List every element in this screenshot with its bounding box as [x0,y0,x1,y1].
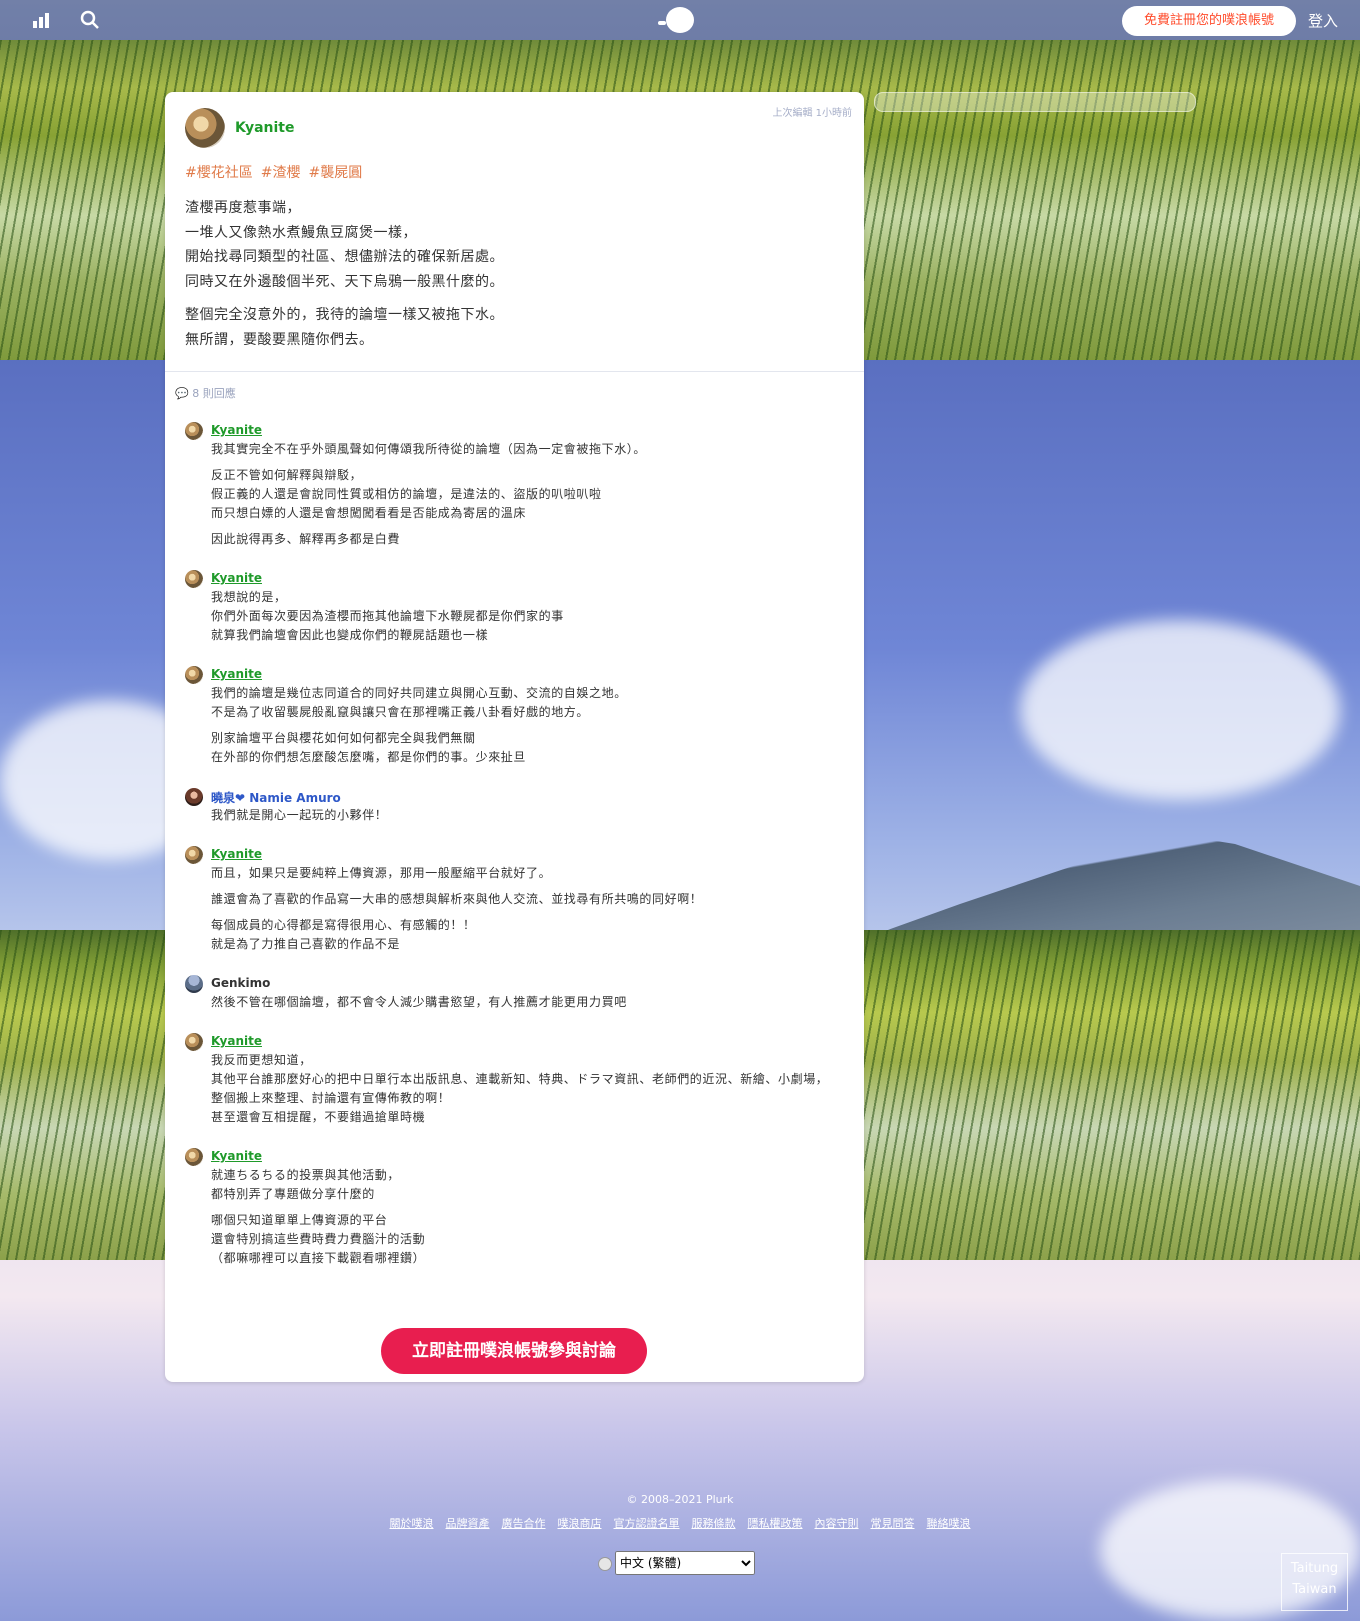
footer-link[interactable]: 聯絡噗浪 [927,1517,971,1530]
post-line: 整個完全沒意外的，我待的論壇一樣又被拖下水。 [185,307,504,323]
reply-line: 誰還會為了喜歡的作品寫一大串的感想與解析來與他人交流、並找尋有所共鳴的同好啊！ [211,892,703,906]
comment-icon: 💬 [175,387,189,400]
footer-link[interactable]: 常見問答 [871,1517,915,1530]
reply-avatar[interactable] [185,975,203,993]
reply-line: 然後不管在哪個論壇，都不會令人減少購書慾望，有人推薦才能更用力買吧 [211,995,627,1009]
reply-author[interactable]: Kyanite [211,1149,262,1163]
footer-link[interactable]: 官方認證名單 [614,1517,680,1530]
reply-avatar[interactable] [185,1148,203,1166]
globe-icon [598,1557,612,1571]
reply-line: 我們就是開心一起玩的小夥伴！ [211,808,388,822]
reply-author[interactable]: Kyanite [211,423,262,437]
tag-link[interactable]: #渣櫻 [261,165,301,181]
post-tags: #櫻花社區 #渣櫻 #襲屍圓 [185,162,370,182]
reply-line: 就連ちるちる的投票與其他活動， [211,1168,401,1182]
reply-count-label: 8 則回應 [192,387,236,400]
reply-item: Kyanite 就連ちるちる的投票與其他活動， 都特別弄了專題做分享什麼的 哪個… [185,1148,835,1268]
badge-line: Taiwan [1292,1582,1337,1597]
reply-line: 別家論壇平台與櫻花如何如何都完全與我們無關 [211,731,476,745]
reply-avatar[interactable] [185,788,203,806]
badge-line: Taitung [1290,1561,1339,1576]
reply-line: 每個成員的心得都是寫得很用心、有感觸的！！ [211,918,476,932]
tag-link[interactable]: #櫻花社區 [185,165,253,181]
reply-author[interactable]: Kyanite [211,1034,262,1048]
register-button[interactable]: 免費註冊您的噗浪帳號 [1122,6,1296,36]
footer-link[interactable]: 內容守則 [815,1517,859,1530]
reply-author[interactable]: Kyanite [211,571,262,585]
reply-author[interactable]: Genkimo [211,976,270,990]
reply-line: 就算我們論壇會因此也變成你們的鞭屍話題也一樣 [211,628,489,642]
reply-line: 而只想白嫖的人還是會想闖闖看看是否能成為寄居的溫床 [211,506,527,520]
reply-avatar[interactable] [185,422,203,440]
reply-line: 我們的論壇是幾位志同道合的同好共同建立與開心互動、交流的自娛之地。 [211,686,627,700]
reply-avatar[interactable] [185,846,203,864]
footer-link[interactable]: 噗浪商店 [558,1517,602,1530]
reply-item: Kyanite 我想說的是， 你們外面每次要因為渣櫻而拖其他論壇下水鞭屍都是你們… [185,570,835,645]
reply-line: 在外部的你們想怎麼酸怎麼嘴，都是你們的事。少來扯旦 [211,750,527,764]
reply-line: 我反而更想知道， [211,1053,312,1067]
reply-list: Kyanite 我其實完全不在乎外頭風聲如何傳頌我所待從的論壇（因為一定會被拖下… [185,422,835,1289]
reply-line: 其他平台誰那麼好心的把中日單行本出版訊息、連載新知、特典、ドラマ資訊、老師們的近… [211,1072,829,1105]
reply-avatar[interactable] [185,570,203,588]
reply-line: 都特別弄了專題做分享什麼的 [211,1187,375,1201]
footer-link[interactable]: 服務條款 [692,1517,736,1530]
post-line: 無所謂，要酸要黑隨你們去。 [185,331,374,348]
plurk-logo-icon[interactable] [658,7,694,33]
reply-author[interactable]: 曉泉❤ Namie Amuro [211,789,341,806]
login-link[interactable]: 登入 [1308,10,1338,31]
language-select[interactable]: 中文 (繁體) [615,1551,755,1575]
post-content: 渣櫻再度惹事端， 一堆人又像熱水煮鰻魚豆腐煲一樣， 開始找尋同類型的社區、想儘辦… [185,196,825,361]
reply-item: Kyanite 我們的論壇是幾位志同道合的同好共同建立與開心互動、交流的自娛之地… [185,666,835,767]
reply-line: （都嘛哪裡可以直接下載觀看哪裡鑽） [211,1251,426,1265]
post-author[interactable]: Kyanite [235,120,294,136]
background-mountain [860,832,1360,940]
post-line: 開始找尋同類型的社區、想儘辦法的確保新居處。 [185,249,504,265]
post-line: 同時又在外邊酸個半死、天下烏鴉一般黑什麼的。 [185,273,504,290]
reply-author[interactable]: Kyanite [211,847,262,861]
reply-author[interactable]: Kyanite [211,667,262,681]
reply-line: 就是為了力推自己喜歡的作品不是 [211,937,401,951]
reply-line: 我想說的是， [211,590,287,604]
reply-line: 哪個只知道單單上傳資源的平台 [211,1213,388,1227]
tag-link[interactable]: #襲屍圓 [308,165,362,181]
divider [165,371,864,372]
top-bar: 免費註冊您的噗浪帳號 登入 [0,0,1360,40]
footer-link[interactable]: 廣告合作 [502,1517,546,1530]
reply-item: Kyanite 而且，如果只是要純粹上傳資源，那用一般壓縮平台就好了。 誰還會為… [185,846,835,954]
post-line: 一堆人又像熱水煮鰻魚豆腐煲一樣， [185,224,417,241]
reply-avatar[interactable] [185,666,203,684]
reply-line: 你們外面每次要因為渣櫻而拖其他論壇下水鞭屍都是你們家的事 [211,609,564,623]
reply-avatar[interactable] [185,1033,203,1051]
location-badge: Taitung Taiwan [1281,1553,1348,1611]
reply-count: 💬 8 則回應 [175,385,236,401]
reply-item: Genkimo 然後不管在哪個論壇，都不會令人減少購書慾望，有人推薦才能更用力買… [185,975,835,1012]
last-edited-time: 上次編輯 1小時前 [772,108,852,119]
reply-line: 而且，如果只是要純粹上傳資源，那用一般壓縮平台就好了。 [211,866,552,880]
footer-links: 關於噗浪 品牌資產 廣告合作 噗浪商店 官方認證名單 服務條款 隱私權政策 內容守則 常見問答聯… [0,1515,1360,1531]
footer-link[interactable]: 隱私權政策 [748,1517,803,1530]
reply-item: Kyanite 我其實完全不在乎外頭風聲如何傳頌我所待從的論壇（因為一定會被拖下… [185,422,835,549]
footer-link[interactable]: 品牌資產 [446,1517,490,1530]
reply-line: 還會特別搞這些費時費力費腦汁的活動 [211,1232,426,1246]
search-input[interactable] [874,92,1196,112]
post-line: 渣櫻再度惹事端， [185,200,301,216]
reply-item: 曉泉❤ Namie Amuro 我們就是開心一起玩的小夥伴！ [185,788,835,825]
reply-line: 反正不管如何解釋與辯駁， [211,468,363,482]
background-cloud [1020,620,1340,800]
reply-line: 不是為了收留襲屍般亂竄與讓只會在那裡嘴正義八卦看好戲的地方。 [211,705,590,719]
join-discussion-button[interactable]: 立即註冊噗浪帳號參與討論 [381,1328,647,1374]
footer-link[interactable]: 關於噗浪 [390,1517,434,1530]
reply-line: 假正義的人還是會說同性質或相仿的論壇，是違法的、盜版的叭啦叭啦 [211,487,602,501]
author-avatar[interactable] [185,108,225,148]
reply-line: 甚至還會互相提醒，不要錯過搶單時機 [211,1110,426,1124]
reply-line: 我其實完全不在乎外頭風聲如何傳頌我所待從的論壇（因為一定會被拖下水）。 [211,442,647,456]
reply-item: Kyanite 我反而更想知道， 其他平台誰那麼好心的把中日單行本出版訊息、連載… [185,1033,835,1127]
reply-line: 因此說得再多、解釋再多都是白費 [211,532,401,546]
post-card: Kyanite 上次編輯 1小時前 #櫻花社區 #渣櫻 #襲屍圓 渣櫻再度惹事端， … [165,92,864,1382]
copyright: © 2008–2021 Plurk [626,1493,734,1506]
search-icon[interactable] [80,10,100,35]
stats-icon[interactable] [32,10,52,34]
